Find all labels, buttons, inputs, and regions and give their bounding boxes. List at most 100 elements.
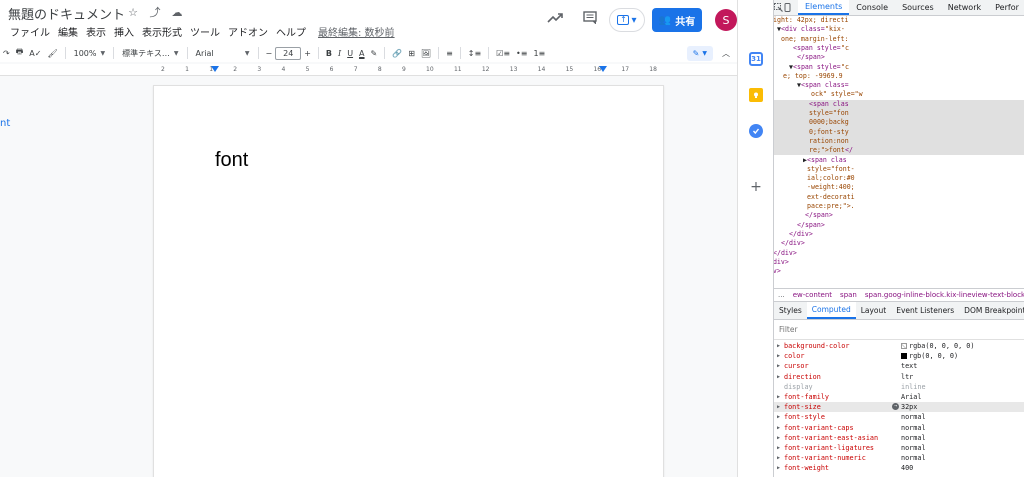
- dom-node-line[interactable]: 0;font-sty: [774, 127, 1024, 137]
- tab-styles[interactable]: Styles: [774, 302, 807, 319]
- dom-node-line[interactable]: </div>: [774, 239, 1024, 248]
- comment-history-icon[interactable]: [583, 11, 597, 28]
- expand-arrow-icon[interactable]: ▶: [777, 392, 780, 402]
- increase-font-size-button[interactable]: +: [301, 45, 314, 61]
- computed-property-row[interactable]: ▶ font-variant-ligatures normal: [774, 443, 1024, 453]
- font-family-select[interactable]: Arial ▼: [192, 49, 254, 58]
- computed-property-row[interactable]: ▶ font-size → 32px: [774, 402, 1024, 413]
- tab-layout[interactable]: Layout: [856, 302, 892, 319]
- paint-format-icon[interactable]: 🖌: [44, 45, 60, 61]
- last-edit-link[interactable]: 最終編集: 数秒前: [314, 24, 399, 39]
- dom-node-line[interactable]: ial;color:#0: [774, 174, 1024, 183]
- dom-node-line[interactable]: </span>: [774, 221, 1024, 230]
- expand-arrow-icon[interactable]: ▶: [777, 423, 780, 433]
- bold-button[interactable]: B: [323, 45, 335, 61]
- device-toolbar-icon[interactable]: [783, 0, 792, 15]
- go-to-source-icon[interactable]: →: [892, 403, 899, 411]
- menu-insert[interactable]: 挿入: [110, 24, 138, 39]
- tab-network[interactable]: Network: [941, 0, 988, 15]
- document-page[interactable]: font: [153, 85, 664, 477]
- line-spacing-icon[interactable]: ↕≡: [465, 45, 484, 61]
- underline-button[interactable]: U: [344, 45, 356, 61]
- spellcheck-icon[interactable]: A✓: [26, 45, 44, 61]
- dom-node-line[interactable]: </span>: [774, 211, 1024, 220]
- expand-arrow-icon[interactable]: ▶: [777, 372, 780, 382]
- menu-file[interactable]: ファイル: [6, 24, 54, 39]
- left-indent-marker[interactable]: [211, 66, 219, 72]
- document-title[interactable]: 無題のドキュメント: [8, 4, 125, 23]
- dom-node-line[interactable]: </div>: [774, 249, 1024, 258]
- dom-node-line[interactable]: ▶ <span clas: [774, 156, 1024, 165]
- expand-arrow-icon[interactable]: ▶: [777, 361, 780, 371]
- checklist-icon[interactable]: ☑≡: [493, 45, 513, 61]
- print-icon[interactable]: 🖶: [13, 45, 27, 61]
- calendar-icon[interactable]: 31: [749, 52, 763, 66]
- computed-property-row[interactable]: display inline: [774, 382, 1024, 392]
- dom-node-line[interactable]: pace:pre;">.: [774, 202, 1024, 211]
- menu-tools[interactable]: ツール: [186, 24, 224, 39]
- document-text[interactable]: font: [215, 149, 248, 172]
- add-comment-icon[interactable]: ⊞: [405, 45, 418, 61]
- tab-computed[interactable]: Computed: [806, 302, 856, 319]
- computed-property-row[interactable]: ▶ direction ltr: [774, 372, 1024, 382]
- dom-node-line[interactable]: <span clas: [774, 99, 1024, 109]
- dom-node-line[interactable]: </div>: [774, 258, 1024, 267]
- computed-property-row[interactable]: ▶ font-variant-caps normal: [774, 423, 1024, 433]
- dom-node-line[interactable]: <span style= "c: [774, 44, 1024, 53]
- inspect-element-icon[interactable]: [774, 0, 783, 15]
- menu-addons[interactable]: アドオン: [224, 24, 272, 39]
- computed-property-row[interactable]: ▶ background-color rgba(0, 0, 0, 0): [774, 341, 1024, 351]
- menu-format[interactable]: 表示形式: [138, 24, 186, 39]
- computed-property-row[interactable]: ▶ font-style normal: [774, 412, 1024, 422]
- dom-node-line[interactable]: ▼ <span style= "c: [774, 63, 1024, 72]
- dom-node-line[interactable]: </div>: [774, 230, 1024, 239]
- dom-node-line[interactable]: re;">font </: [774, 146, 1024, 156]
- expand-arrow-icon[interactable]: ▶: [777, 433, 780, 443]
- add-addon-icon[interactable]: +: [749, 179, 763, 195]
- decrease-font-size-button[interactable]: −: [263, 45, 276, 61]
- dom-node-line[interactable]: ext-decorati: [774, 193, 1024, 202]
- dom-node-line[interactable]: -weight:400;: [774, 183, 1024, 192]
- dom-node-line[interactable]: ▼ <span class=: [774, 81, 1024, 90]
- cloud-status-icon[interactable]: ☁: [170, 5, 184, 19]
- computed-property-row[interactable]: ▶ font-variant-east-asian normal: [774, 433, 1024, 443]
- move-folder-icon[interactable]: ⤴: [148, 5, 162, 19]
- expand-arrow-icon[interactable]: ▶: [777, 351, 780, 361]
- computed-property-row[interactable]: ▶ font-variant-numeric normal: [774, 453, 1024, 463]
- tab-performance[interactable]: Perfor: [988, 0, 1024, 15]
- align-icon[interactable]: ≡: [443, 45, 456, 61]
- menu-help[interactable]: ヘルプ: [272, 24, 310, 39]
- keep-icon[interactable]: [749, 88, 763, 102]
- computed-property-row[interactable]: ▶ font-weight 400: [774, 463, 1024, 473]
- dom-node-line[interactable]: </div>: [774, 276, 1024, 285]
- tab-dom-breakpoints[interactable]: DOM Breakpoints: [959, 302, 1024, 319]
- zoom-select[interactable]: 100% ▼: [70, 49, 110, 58]
- filter-input[interactable]: [779, 325, 979, 334]
- redo-icon[interactable]: ↷: [0, 45, 13, 61]
- dom-node-line[interactable]: ock" style="w: [774, 90, 1024, 99]
- breadcrumb-item[interactable]: span.goog-inline-block.kix-lineview-text…: [861, 291, 1024, 299]
- expand-arrow-icon[interactable]: ▶: [777, 453, 780, 463]
- text-color-button[interactable]: A: [356, 45, 367, 61]
- computed-property-row[interactable]: ▶ color rgb(0, 0, 0): [774, 351, 1024, 361]
- color-swatch-icon[interactable]: [901, 343, 907, 349]
- dom-node-line[interactable]: 0000;backg: [774, 118, 1024, 128]
- tab-elements[interactable]: Elements: [798, 0, 850, 15]
- elements-dom-tree[interactable]: … ight: 42px; directi▼<div class="kix-on…: [774, 16, 1024, 288]
- highlight-color-icon[interactable]: ✎: [368, 45, 381, 61]
- dom-node-line[interactable]: ration:non: [774, 136, 1024, 147]
- expand-arrow-icon[interactable]: ▶: [777, 412, 780, 422]
- insert-image-icon[interactable]: 🖼: [418, 45, 434, 61]
- editing-mode-button[interactable]: ✎ ▼: [686, 45, 713, 61]
- expand-arrow-icon[interactable]: ▶: [777, 402, 780, 412]
- dom-node-line[interactable]: one; margin-left:: [774, 35, 1024, 44]
- tab-sources[interactable]: Sources: [895, 0, 941, 15]
- breadcrumb-item[interactable]: ew-content: [789, 291, 836, 299]
- expand-arrow-icon[interactable]: ▶: [777, 463, 780, 473]
- expand-arrow-icon[interactable]: ▶: [777, 443, 780, 453]
- present-button[interactable]: ↑ ▾: [609, 8, 645, 32]
- numbered-list-icon[interactable]: 1≡: [530, 45, 548, 61]
- dom-node-line[interactable]: </div>: [774, 267, 1024, 276]
- dom-node-line[interactable]: </span>: [774, 53, 1024, 62]
- paragraph-style-select[interactable]: 標準テキス… ▼: [118, 48, 182, 59]
